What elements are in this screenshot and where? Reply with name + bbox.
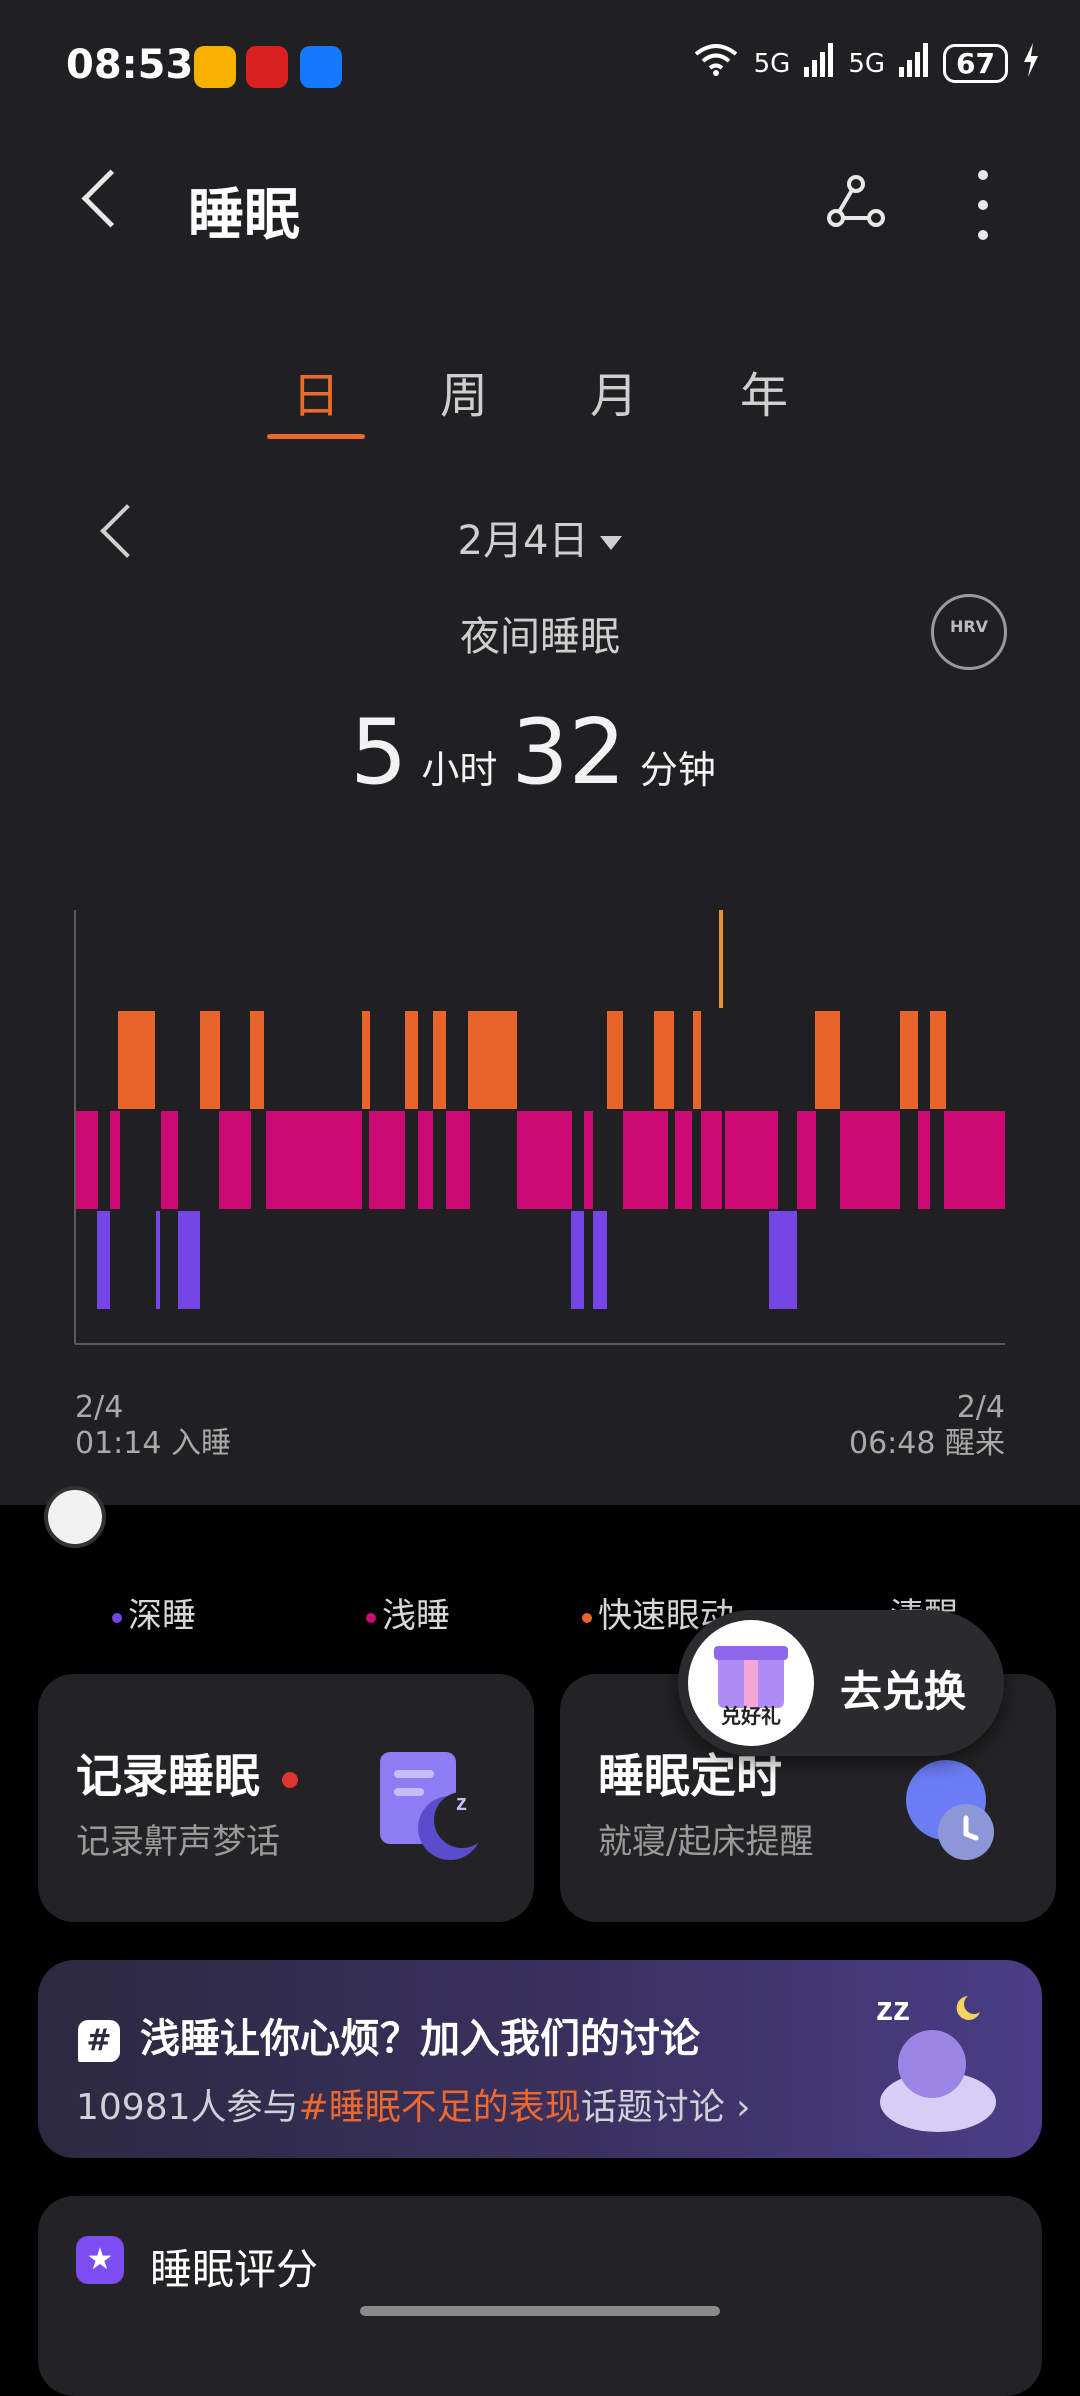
chevron-right-icon: › (724, 2087, 751, 2128)
legend-dot (366, 1612, 376, 1623)
sleep-stage-segment (675, 1111, 692, 1209)
legend-light: 浅睡 (366, 1588, 450, 1637)
record-sleep-label: 记录睡眠 (76, 1749, 260, 1803)
banner-subtitle: 10981人参与#睡眠不足的表现话题讨论 › (76, 2078, 751, 2130)
x-start-date: 2/4 (75, 1390, 124, 1425)
sleep-stage-segment (161, 1111, 178, 1209)
sleep-stage-segment (517, 1111, 572, 1209)
gift-label: 兑好礼 (721, 1704, 781, 1728)
svg-text:zz: zz (876, 1990, 910, 2028)
sleep-record-icon: z (380, 1752, 490, 1860)
sleep-score-title: 睡眠评分 (150, 2245, 319, 2294)
legend-deep: 深睡 (112, 1588, 196, 1637)
sleep-stage-segment (76, 1111, 98, 1209)
sleep-stage-segment (200, 1011, 220, 1109)
redeem-button-label: 去兑换 (840, 1667, 967, 1716)
alarm-clock-icon (906, 1760, 994, 1860)
sleep-stage-segment (362, 1011, 370, 1109)
topic-hash-icon: # (78, 2020, 120, 2062)
x-end-label: 2/4 06:48 醒来 (849, 1390, 1005, 1462)
sleep-stage-segment (468, 1011, 517, 1109)
sleep-stage-segment (446, 1111, 470, 1209)
legend-label: 浅睡 (382, 1596, 450, 1636)
home-indicator[interactable] (360, 2306, 720, 2316)
banner-participants: 10981人参与 (76, 2087, 299, 2128)
sleep-stage-segment (250, 1011, 264, 1109)
sleep-stage-segment (97, 1211, 110, 1309)
record-sleep-subtitle: 记录鼾声梦话 (76, 1822, 280, 1862)
sleep-stage-segment (219, 1111, 251, 1209)
record-sleep-title: 记录睡眠 (76, 1740, 298, 1806)
sleep-stage-segment (156, 1211, 160, 1309)
sleep-stage-segment (944, 1111, 1005, 1209)
sleep-score-card[interactable]: ★ 睡眠评分 (38, 2196, 1042, 2396)
redeem-popup[interactable]: 兑好礼 去兑换 (678, 1610, 1004, 1756)
sleep-stage-segment (110, 1111, 120, 1209)
legend-label: 深睡 (128, 1596, 196, 1636)
timeline-scrubber-handle[interactable] (48, 1490, 102, 1544)
banner-suffix: 话题讨论 (580, 2087, 725, 2128)
sleep-stage-segment (266, 1111, 362, 1209)
sleep-stage-segment (178, 1211, 200, 1309)
sleep-stage-segment (719, 910, 723, 1008)
sleep-stage-segment (769, 1211, 797, 1309)
svg-text:z: z (456, 1790, 467, 1815)
gift-icon: 兑好礼 (688, 1620, 814, 1746)
sleep-stage-segment (815, 1011, 840, 1109)
sleep-stage-segment (654, 1011, 674, 1109)
sleep-stage-segment (571, 1211, 584, 1309)
sleep-stage-segment (725, 1111, 778, 1209)
sleep-stage-segment (701, 1111, 722, 1209)
sleep-stage-segment (840, 1111, 900, 1209)
x-end-date: 2/4 (956, 1390, 1005, 1425)
sleep-stage-segment (433, 1011, 446, 1109)
banner-title: # 浅睡让你心烦？加入我们的讨论 (78, 2006, 700, 2064)
star-icon: ★ (76, 2236, 124, 2284)
sleeping-moon-icon: zz (876, 1990, 996, 2132)
sleep-stage-segment (918, 1111, 930, 1209)
x-end-time: 06:48 醒来 (849, 1426, 1005, 1461)
sleep-stage-segment (593, 1211, 607, 1309)
sleep-stage-segment (693, 1011, 701, 1109)
notification-dot (282, 1771, 298, 1788)
x-start-label: 2/4 01:14 入睡 (75, 1390, 231, 1462)
sleep-stage-segment (623, 1111, 668, 1209)
sleep-stage-segment (930, 1011, 946, 1109)
sleep-stage-segment (584, 1111, 593, 1209)
sleep-stage-chart[interactable] (0, 0, 1080, 1360)
sleep-stage-segment (118, 1011, 155, 1109)
sleep-stage-segment (405, 1011, 418, 1109)
sleep-stage-segment (369, 1111, 405, 1209)
x-start-time: 01:14 入睡 (75, 1426, 231, 1461)
sleep-stage-segment (607, 1011, 623, 1109)
sleep-timer-subtitle: 就寝/起床提醒 (598, 1822, 814, 1862)
discussion-banner[interactable]: # 浅睡让你心烦？加入我们的讨论 10981人参与#睡眠不足的表现话题讨论 › z… (38, 1960, 1042, 2158)
sleep-stage-segment (797, 1111, 816, 1209)
sleep-stage-segment (418, 1111, 433, 1209)
banner-topic-link[interactable]: #睡眠不足的表现 (299, 2087, 581, 2128)
legend-dot (112, 1612, 122, 1623)
record-sleep-card[interactable]: 记录睡眠 记录鼾声梦话 z (38, 1674, 534, 1922)
banner-title-text: 浅睡让你心烦？加入我们的讨论 (140, 2016, 700, 2062)
sleep-stage-segment (900, 1011, 918, 1109)
legend-dot (582, 1612, 592, 1623)
